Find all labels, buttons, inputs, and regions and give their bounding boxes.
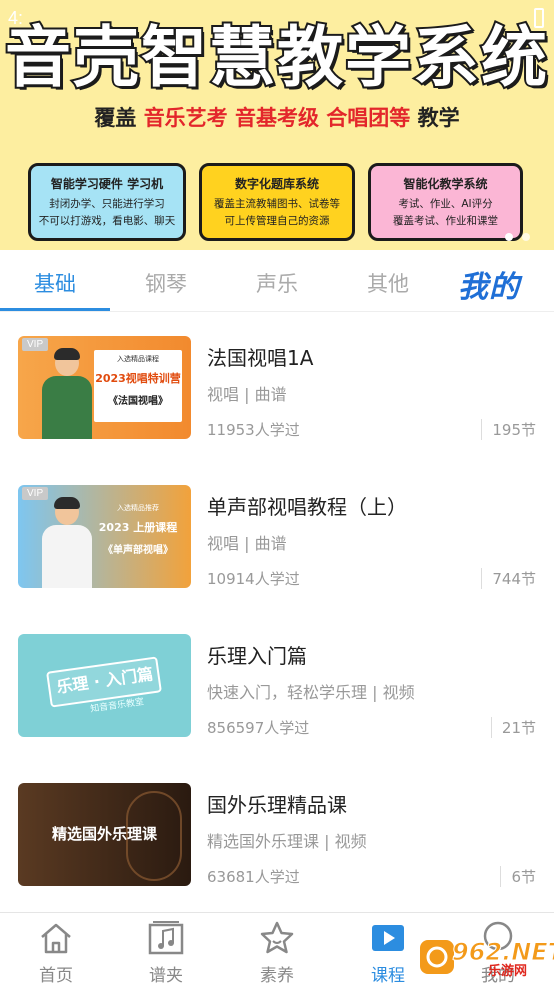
course-title: 国外乐理精品课: [207, 793, 347, 817]
nav-label: 素养: [260, 966, 294, 984]
course-learners: 11953人学过: [207, 421, 300, 439]
thumbnail-text: 精选国外乐理课: [51, 825, 157, 843]
course-lessons: 6节: [500, 866, 536, 887]
thumbnail-text: 入选精品推荐: [117, 504, 159, 512]
thumbnail-card: 入选精品课程 2023视唱特训营 《法国视唱》: [94, 350, 182, 422]
play-icon: [372, 925, 404, 951]
thumbnail-card: 入选精品推荐 2023 上册课程 《单声部视唱》: [94, 499, 182, 571]
thumbnail-text: 2023视唱特训营: [95, 372, 181, 385]
course-item[interactable]: VIP 入选精品推荐 2023 上册课程 《单声部视唱》 单声部视唱教程（上） …: [0, 463, 554, 611]
course-lessons: 744节: [481, 568, 536, 589]
watermark-subtext: 乐游网: [488, 964, 528, 979]
nav-label: 课程: [371, 966, 405, 984]
feature-line: 覆盖主流教辅图书、试卷等: [214, 198, 340, 210]
course-thumbnail: 乐理 · 入门篇 知音音乐教室: [18, 634, 191, 737]
banner-subtitle: 覆盖 音乐艺考 音基考级 合唱团等 教学: [0, 102, 554, 132]
feature-title: 数字化题库系统: [234, 177, 319, 191]
nav-literacy[interactable]: 素养: [237, 919, 317, 984]
feature-title: 智能化教学系统: [403, 177, 488, 191]
home-icon: [41, 923, 71, 954]
feature-line: 不可以打游戏，看电影、聊天: [38, 215, 176, 227]
nav-courses[interactable]: 课程: [348, 919, 428, 984]
tab-vocal[interactable]: 声乐: [222, 268, 332, 298]
thumbnail-text: 《法国视唱》: [108, 396, 168, 407]
active-tab-indicator: [0, 308, 110, 311]
nav-home[interactable]: 首页: [16, 919, 96, 984]
carousel-dot: [504, 233, 513, 241]
star-icon: [260, 921, 294, 954]
course-tags: 视唱 | 曲谱: [207, 385, 287, 404]
nav-label: 首页: [39, 966, 73, 984]
feature-title: 智能学习硬件 学习机: [50, 177, 164, 191]
course-learners: 10914人学过: [207, 570, 300, 588]
course-learners: 856597人学过: [207, 719, 310, 737]
course-lessons: 195节: [481, 419, 536, 440]
teacher-image: [40, 348, 94, 439]
nav-score-folder[interactable]: 谱夹: [126, 919, 206, 984]
teacher-image: [40, 497, 94, 588]
promo-banner[interactable]: 4: 音壳智慧教学系统 覆盖 音乐艺考 音基考级 合唱团等 教学 智能学习硬件 …: [0, 0, 554, 250]
tab-piano[interactable]: 钢琴: [111, 268, 221, 298]
course-thumbnail: VIP 入选精品课程 2023视唱特训营 《法国视唱》: [18, 336, 191, 439]
subtitle-highlight: 音乐艺考 音基考级 合唱团等: [143, 106, 411, 130]
course-thumbnail: 精选国外乐理课: [18, 783, 191, 886]
course-title: 法国视唱1A: [207, 346, 314, 370]
feature-box-hardware: 智能学习硬件 学习机 封闭办学、只能进行学习 不可以打游戏，看电影、聊天: [28, 163, 186, 241]
course-tags: 精选国外乐理课 | 视频: [207, 832, 367, 851]
subtitle-prefix: 覆盖: [94, 106, 137, 130]
course-thumbnail: VIP 入选精品推荐 2023 上册课程 《单声部视唱》: [18, 485, 191, 588]
course-tags: 快速入门，轻松学乐理 | 视频: [207, 683, 415, 702]
course-title: 乐理入门篇: [207, 644, 307, 668]
tab-other[interactable]: 其他: [333, 268, 443, 298]
course-learners: 63681人学过: [207, 868, 300, 886]
subtitle-suffix: 教学: [417, 106, 460, 130]
feature-box-question-bank: 数字化题库系统 覆盖主流教辅图书、试卷等 可上传管理自己的资源: [199, 163, 355, 241]
thumbnail-text: 2023 上册课程: [98, 521, 178, 534]
course-item[interactable]: VIP 入选精品课程 2023视唱特训营 《法国视唱》 法国视唱1A 视唱 | …: [0, 314, 554, 462]
tab-basic[interactable]: 基础: [0, 268, 110, 298]
course-item[interactable]: 乐理 · 入门篇 知音音乐教室 乐理入门篇 快速入门，轻松学乐理 | 视频 85…: [0, 612, 554, 760]
course-tags: 视唱 | 曲谱: [207, 534, 287, 553]
feature-line: 可上传管理自己的资源: [224, 215, 330, 227]
feature-line: 考试、作业、AI评分: [398, 198, 493, 210]
category-tabs: 基础 钢琴 声乐 其他 我的: [0, 250, 554, 312]
feature-box-teaching-system: 智能化教学系统 考试、作业、AI评分 覆盖考试、作业和课堂: [368, 163, 523, 241]
carousel-dot: [522, 233, 530, 241]
feature-line: 覆盖考试、作业和课堂: [393, 215, 498, 227]
banner-title: 音壳智慧教学系统: [3, 17, 549, 98]
music-folder-icon: [148, 921, 184, 955]
carousel-indicator: [501, 226, 530, 245]
tab-mine[interactable]: 我的: [458, 262, 520, 306]
thumbnail-text: 入选精品课程: [117, 355, 159, 363]
thumbnail-text: 《单声部视唱》: [103, 545, 173, 556]
course-title: 单声部视唱教程（上）: [207, 495, 407, 519]
nav-label: 谱夹: [149, 966, 183, 984]
course-item[interactable]: 精选国外乐理课 国外乐理精品课 精选国外乐理课 | 视频 63681人学过 6节: [0, 761, 554, 909]
course-lessons: 21节: [490, 717, 536, 738]
feature-line: 封闭办学、只能进行学习: [49, 198, 165, 210]
